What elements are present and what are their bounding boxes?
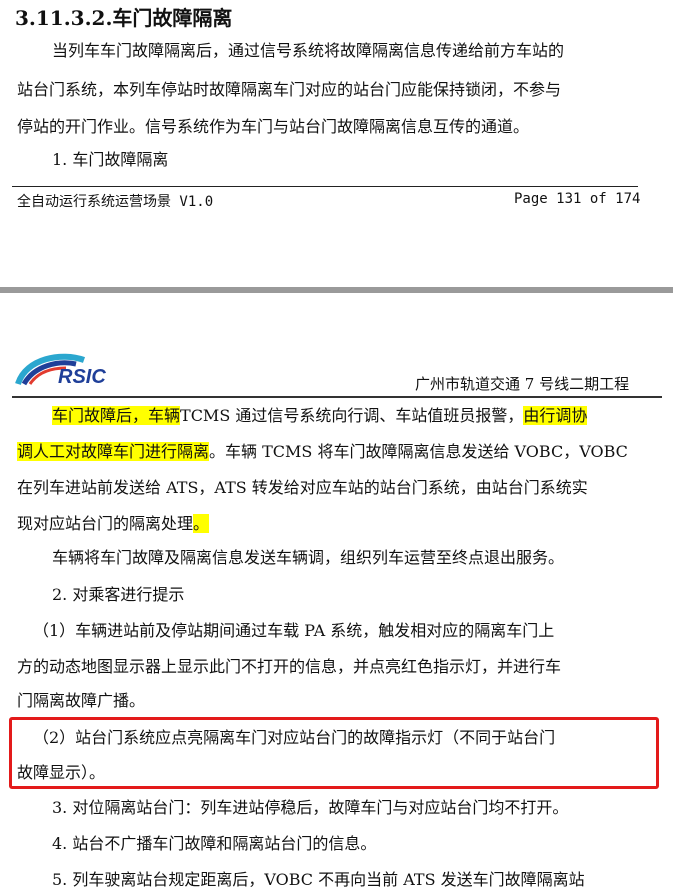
sub-item-line: （2）站台门系统应点亮隔离车门对应站台门的故障指示灯（不同于站台门 xyxy=(33,728,556,747)
text-run: TCMS 通过信号系统向行调、车站值班员报警， xyxy=(180,406,524,425)
list-item: 2. 对乘客进行提示 xyxy=(52,585,185,604)
sub-item-line: （1）车辆进站前及停站期间通过车载 PA 系统，触发相对应的隔离车门上 xyxy=(33,621,555,640)
paragraph-line: 站台门系统，本列车停站时故障隔离车门对应的站台门应能保持锁闭，不参与 xyxy=(17,80,562,99)
highlighted-text: 由行调协 xyxy=(523,406,588,425)
sub-item-line: 门隔离故障广播。 xyxy=(17,691,146,710)
paragraph-line: 当列车车门故障隔离后，通过信号系统将故障隔离信息传递给前方车站的 xyxy=(52,41,565,60)
paragraph-line: 车辆将车门故障及隔离信息发送车辆调，组织列车运营至终点退出服务。 xyxy=(52,548,565,567)
paragraph-line: 现对应站台门的隔离处理。 xyxy=(17,513,210,535)
paragraph-line: 在列车进站前发送给 ATS，ATS 转发给对应车站的站台门系统，由站台门系统实 xyxy=(17,478,588,497)
header-divider xyxy=(12,396,662,398)
footer-page-number: Page 131 of 174 xyxy=(514,191,641,207)
list-item: 4. 站台不广播车门故障和隔离站台门的信息。 xyxy=(52,834,377,853)
highlighted-text: 车门故障后，车辆 xyxy=(52,406,181,425)
text-run: 现对应站台门的隔离处理 xyxy=(17,514,194,533)
text-run: 。车辆 TCMS 将车门故障隔离信息发送给 VOBC，VOBC xyxy=(209,442,628,461)
paragraph-line: 停站的开门作业。信号系统作为车门与站台门故障隔离信息互传的通道。 xyxy=(17,117,530,136)
list-item: 1. 车门故障隔离 xyxy=(52,150,169,169)
highlighted-text: 调人工对故障车门进行隔离 xyxy=(17,442,210,461)
list-item: 3. 对位隔离站台门：列车进站停稳后，故障车门与对应站台门均不打开。 xyxy=(52,798,569,817)
paragraph-line: 调人工对故障车门进行隔离。车辆 TCMS 将车门故障隔离信息发送给 VOBC，V… xyxy=(17,441,628,463)
footer-document-title: 全自动运行系统运营场景 V1.0 xyxy=(17,194,214,210)
sub-item-line: 方的动态地图显示器上显示此门不打开的信息，并点亮红色指示灯，并进行车 xyxy=(17,657,562,676)
section-title: 3.11.3.2.车门故障隔离 xyxy=(15,6,233,30)
page-separator xyxy=(0,287,673,293)
highlighted-text: 。 xyxy=(193,514,210,533)
footer-divider xyxy=(12,186,638,187)
project-name: 广州市轨道交通 7 号线二期工程 xyxy=(415,375,630,393)
sub-item-line: 故障显示）。 xyxy=(17,763,106,782)
list-item: 5. 列车驶离站台规定距离后，VOBC 不再向当前 ATS 发送车门故障隔离站 xyxy=(52,870,585,889)
logo-text: RSIC xyxy=(58,366,106,388)
paragraph-line: 车门故障后，车辆TCMS 通过信号系统向行调、车站值班员报警，由行调协 xyxy=(52,405,588,427)
rsic-logo: RSIC xyxy=(14,350,130,388)
